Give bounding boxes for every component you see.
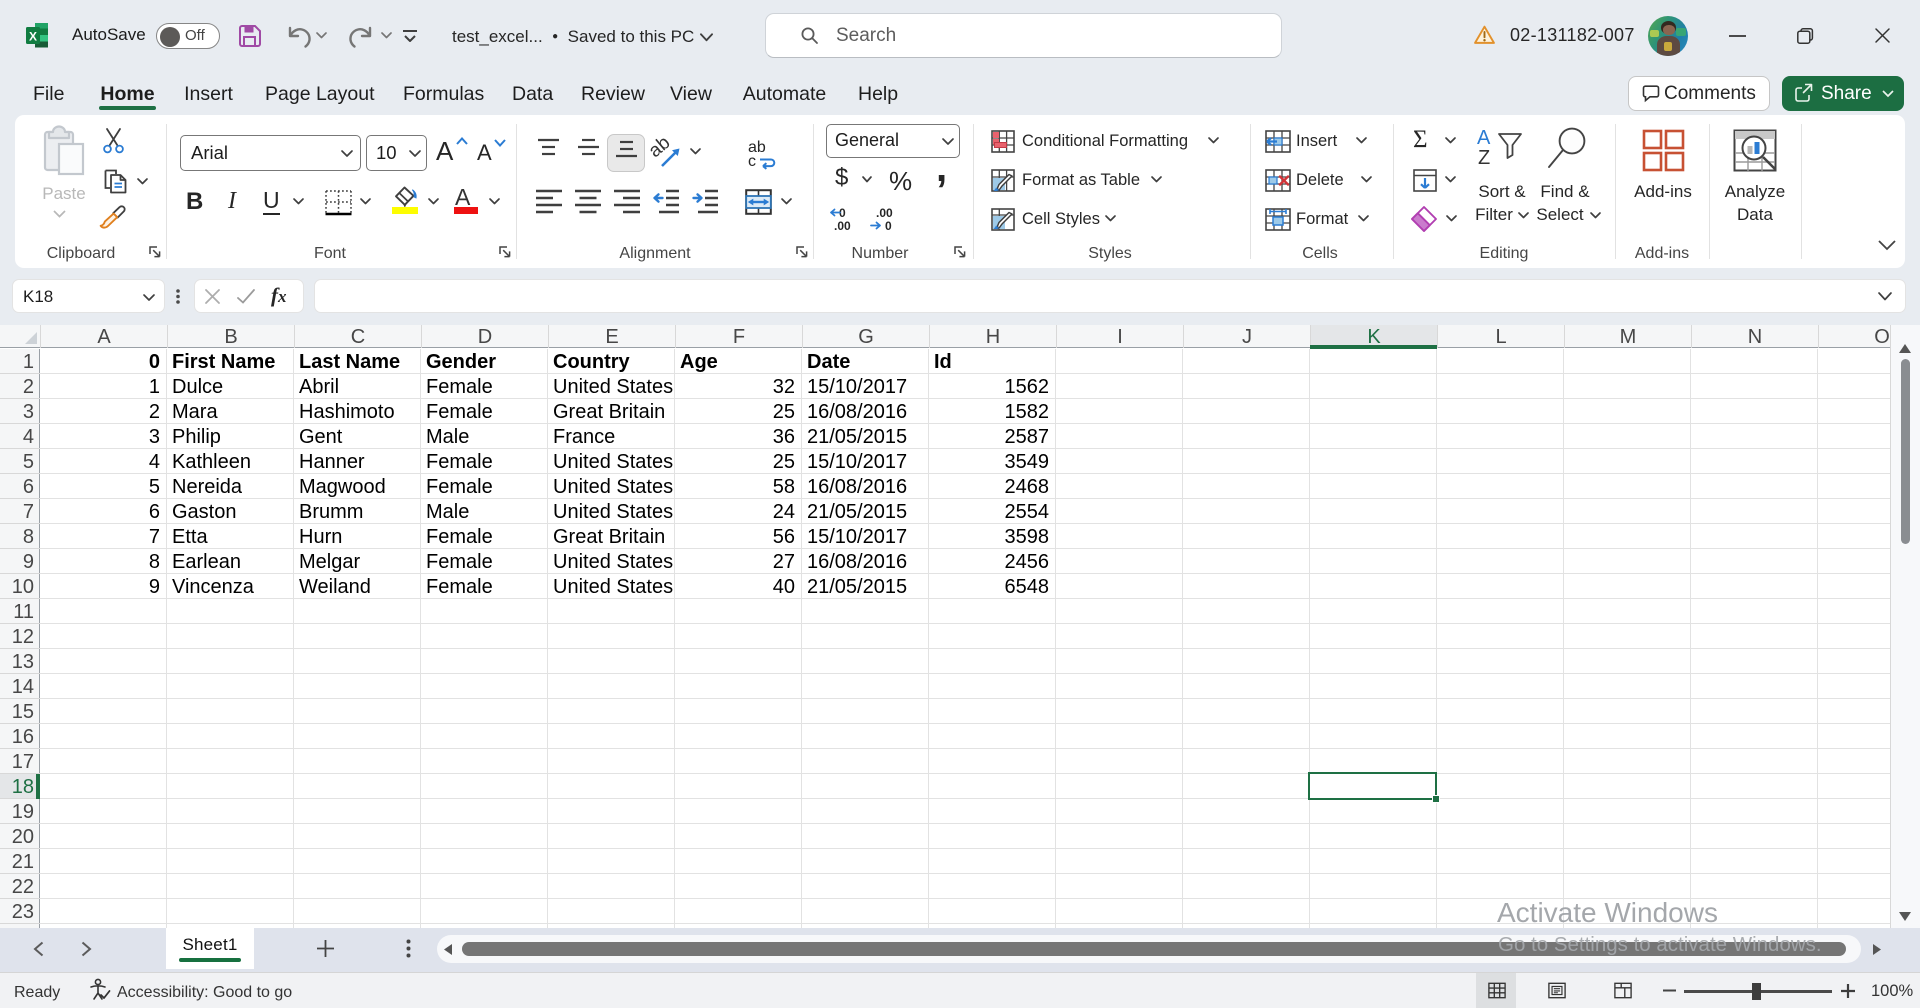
svg-text:.00: .00 bbox=[834, 219, 851, 233]
svg-text:0: 0 bbox=[885, 219, 892, 233]
svg-text:.00: .00 bbox=[876, 206, 893, 220]
svg-text:A: A bbox=[1477, 127, 1491, 149]
svg-text:c: c bbox=[748, 153, 756, 170]
svg-text:X: X bbox=[29, 30, 37, 44]
svg-text:Z: Z bbox=[1478, 147, 1490, 169]
